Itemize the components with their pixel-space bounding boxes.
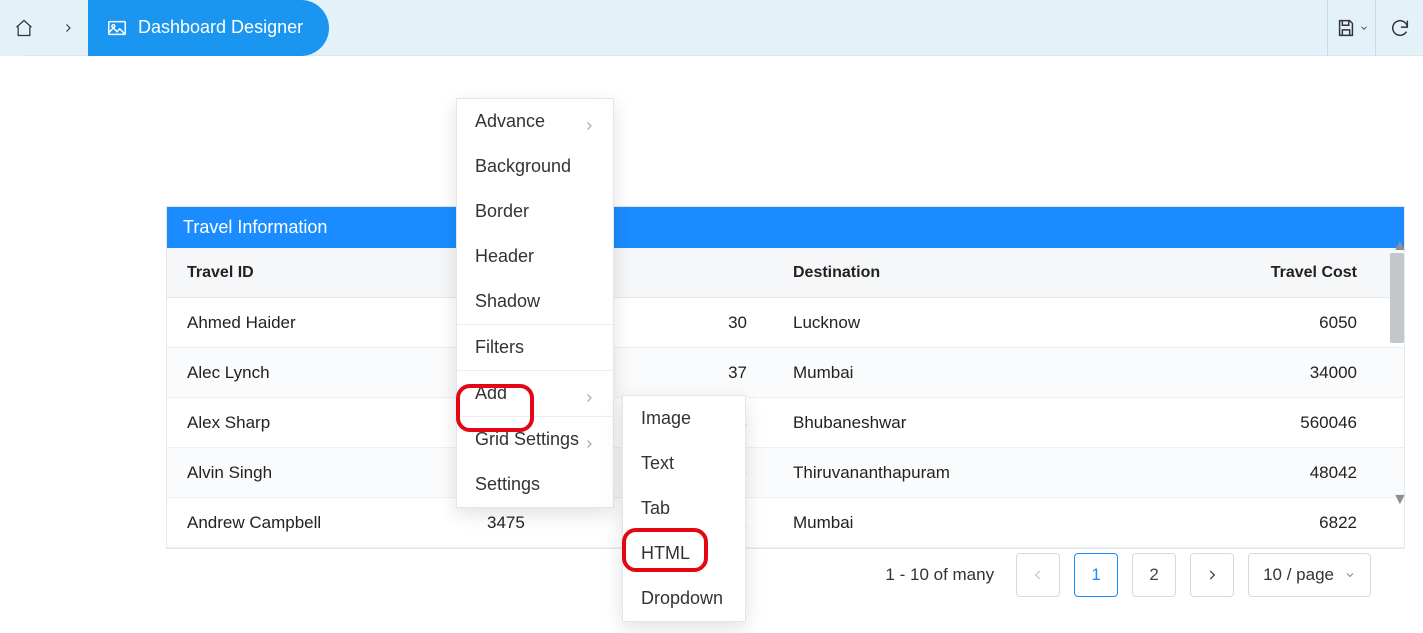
scroll-up-icon[interactable]: ▲ bbox=[1392, 237, 1402, 247]
menu-header[interactable]: Header bbox=[457, 234, 613, 279]
col-header-destination[interactable]: Destination bbox=[787, 264, 1117, 282]
menu-label: Filters bbox=[475, 337, 524, 358]
cell-destination: Mumbai bbox=[787, 513, 1117, 533]
menu-label: Dropdown bbox=[641, 588, 723, 609]
menu-label: Image bbox=[641, 408, 691, 429]
menu-label: HTML bbox=[641, 543, 690, 564]
menu-label: Tab bbox=[641, 498, 670, 519]
menu-advance[interactable]: Advance bbox=[457, 99, 613, 144]
cell-destination: Bhubaneshwar bbox=[787, 413, 1117, 433]
scrollbar-thumb[interactable] bbox=[1390, 253, 1404, 343]
table-row[interactable]: Alex Sharp 5086 23 Bhubaneshwar 560046 bbox=[167, 398, 1404, 448]
menu-label: Grid Settings bbox=[475, 429, 579, 450]
breadcrumb-title: Dashboard Designer bbox=[138, 17, 303, 38]
submenu-image[interactable]: Image bbox=[623, 396, 745, 441]
page-1-button[interactable]: 1 bbox=[1074, 553, 1118, 597]
scroll-down-icon[interactable]: ▼ bbox=[1392, 491, 1402, 501]
home-icon bbox=[14, 17, 34, 39]
menu-settings[interactable]: Settings bbox=[457, 462, 613, 507]
menu-label: Add bbox=[475, 383, 507, 404]
menu-label: Advance bbox=[475, 111, 545, 132]
cell-destination: Mumbai bbox=[787, 363, 1117, 383]
page-info: 1 - 10 of many bbox=[885, 565, 994, 585]
pagination: 1 - 10 of many 1 2 10 / page bbox=[166, 545, 1405, 605]
save-button[interactable] bbox=[1327, 0, 1375, 56]
cell-id: 3475 bbox=[487, 513, 525, 533]
cell-cost: 48042 bbox=[1117, 463, 1397, 483]
image-icon bbox=[106, 17, 128, 39]
page-size-select[interactable]: 10 / page bbox=[1248, 553, 1371, 597]
cell-name: Ahmed Haider bbox=[187, 313, 487, 333]
cell-cost: 34000 bbox=[1117, 363, 1397, 383]
cell-destination: Lucknow bbox=[787, 313, 1117, 333]
chevron-right-icon bbox=[583, 120, 595, 132]
page-prev-button[interactable] bbox=[1016, 553, 1060, 597]
top-bar: Dashboard Designer bbox=[0, 0, 1423, 56]
context-menu: Advance Background Border Header Shadow … bbox=[456, 98, 614, 508]
menu-filters[interactable]: Filters bbox=[457, 325, 613, 370]
grid-header: Travel ID Destination Travel Cost bbox=[167, 248, 1404, 298]
submenu-dropdown[interactable]: Dropdown bbox=[623, 576, 745, 621]
cell-name: Alvin Singh bbox=[187, 463, 487, 483]
menu-label: Settings bbox=[475, 474, 540, 495]
menu-background[interactable]: Background bbox=[457, 144, 613, 189]
menu-label: Border bbox=[475, 201, 529, 222]
menu-grid-settings[interactable]: Grid Settings bbox=[457, 417, 613, 462]
chevron-left-icon bbox=[1031, 568, 1045, 582]
cell-age: 30 bbox=[728, 313, 747, 333]
cell-name: Andrew Campbell bbox=[187, 513, 487, 533]
table-row[interactable]: Andrew Campbell 3475 31 Mumbai 6822 bbox=[167, 498, 1404, 548]
cell-destination: Thiruvananthapuram bbox=[787, 463, 1117, 483]
home-button[interactable] bbox=[0, 0, 48, 56]
breadcrumb: Dashboard Designer bbox=[0, 0, 329, 55]
col-header-cost[interactable]: Travel Cost bbox=[1117, 264, 1397, 282]
submenu-text[interactable]: Text bbox=[623, 441, 745, 486]
chevron-right-icon bbox=[583, 392, 595, 404]
refresh-icon bbox=[1389, 17, 1411, 39]
grid-card: Travel Information Travel ID Destination… bbox=[166, 206, 1405, 549]
table-row[interactable]: Ahmed Haider 3602 30 Lucknow 6050 bbox=[167, 298, 1404, 348]
col-header-travel-id[interactable]: Travel ID bbox=[187, 264, 487, 282]
chevron-right-icon bbox=[583, 438, 595, 450]
save-icon bbox=[1335, 17, 1357, 39]
cell-cost: 560046 bbox=[1117, 413, 1397, 433]
cell-name: Alec Lynch bbox=[187, 363, 487, 383]
chevron-down-icon bbox=[1344, 569, 1356, 581]
page-2-button[interactable]: 2 bbox=[1132, 553, 1176, 597]
submenu-tab[interactable]: Tab bbox=[623, 486, 745, 531]
menu-label: Header bbox=[475, 246, 534, 267]
table-row[interactable]: Alvin Singh 715 19 Thiruvananthapuram 48… bbox=[167, 448, 1404, 498]
cell-name: Alex Sharp bbox=[187, 413, 487, 433]
chevron-down-icon bbox=[1359, 23, 1369, 33]
toolbar-right bbox=[1327, 0, 1423, 56]
menu-border[interactable]: Border bbox=[457, 189, 613, 234]
refresh-button[interactable] bbox=[1375, 0, 1423, 56]
chevron-right-icon bbox=[62, 20, 74, 36]
menu-label: Background bbox=[475, 156, 571, 177]
chevron-right-icon bbox=[1205, 568, 1219, 582]
submenu-html[interactable]: HTML bbox=[623, 531, 745, 576]
page-next-button[interactable] bbox=[1190, 553, 1234, 597]
menu-add[interactable]: Add bbox=[457, 371, 613, 416]
breadcrumb-current[interactable]: Dashboard Designer bbox=[88, 0, 329, 56]
cell-age: 37 bbox=[728, 363, 747, 383]
menu-label: Shadow bbox=[475, 291, 540, 312]
cell-cost: 6822 bbox=[1117, 513, 1397, 533]
context-submenu-add: Image Text Tab HTML Dropdown bbox=[622, 395, 746, 622]
table-row[interactable]: Alec Lynch 508 37 Mumbai 34000 bbox=[167, 348, 1404, 398]
cell-cost: 6050 bbox=[1117, 313, 1397, 333]
menu-label: Text bbox=[641, 453, 674, 474]
breadcrumb-separator bbox=[48, 0, 88, 56]
card-title: Travel Information bbox=[167, 207, 1404, 248]
menu-shadow[interactable]: Shadow bbox=[457, 279, 613, 324]
page-size-label: 10 / page bbox=[1263, 565, 1334, 585]
